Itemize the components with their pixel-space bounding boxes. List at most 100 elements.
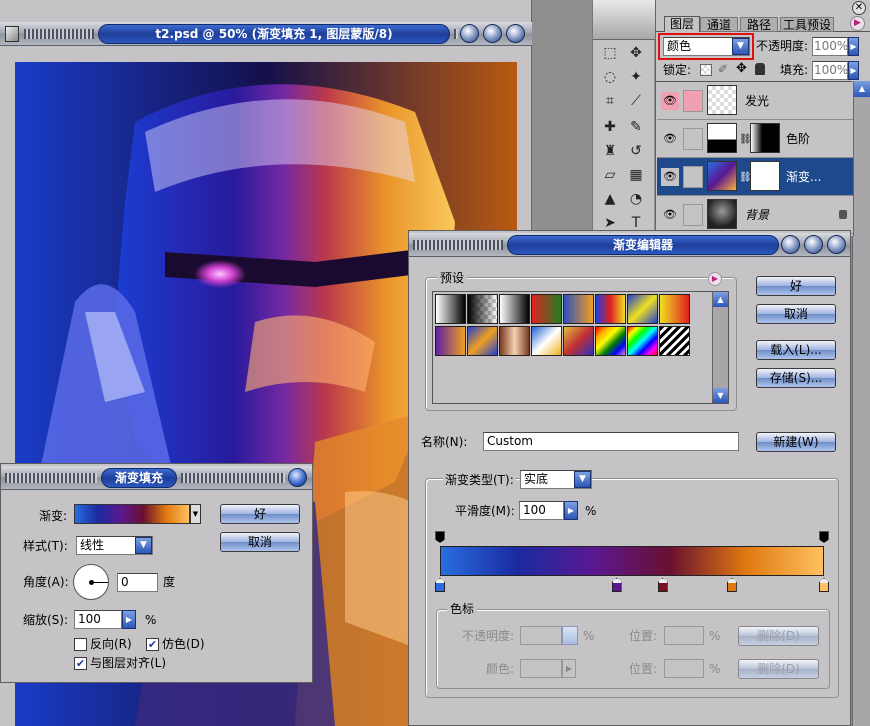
visibility-eye-icon[interactable]: 👁 — [661, 168, 679, 186]
scroll-up-icon[interactable]: ▲ — [854, 81, 870, 97]
maximize-button[interactable] — [804, 235, 823, 254]
link-slot[interactable] — [683, 128, 703, 150]
stop-color-arrow-icon[interactable]: ▶ — [562, 659, 576, 678]
cancel-button[interactable]: 取消 — [220, 532, 300, 552]
preset-swatch[interactable] — [499, 294, 530, 324]
dodge-tool-icon[interactable]: ◔ — [625, 188, 647, 210]
load-button[interactable]: 载入(L)... — [756, 340, 836, 360]
history-brush-tool-icon[interactable]: ↺ — [625, 140, 647, 162]
reverse-checkbox[interactable] — [74, 638, 87, 651]
right-scrollbar[interactable] — [852, 236, 870, 726]
gradient-type-select[interactable]: 实底 ▼ — [520, 470, 592, 489]
delete-color-stop-button[interactable]: 删除(D) — [738, 659, 819, 679]
lasso-tool-icon[interactable]: ◌ — [599, 66, 621, 88]
lock-transparency-icon[interactable] — [700, 64, 712, 76]
panel-close-icon[interactable]: ✕ — [852, 1, 866, 15]
layers-scrollbar[interactable]: ▲ — [853, 81, 870, 236]
color-stop[interactable] — [726, 578, 737, 592]
new-button[interactable]: 新建(W) — [756, 432, 836, 452]
preset-swatch[interactable] — [563, 294, 594, 324]
preset-swatch[interactable] — [467, 326, 498, 356]
crop-tool-icon[interactable]: ⌗ — [599, 90, 621, 112]
preset-swatch[interactable] — [627, 326, 658, 356]
gradient-bar[interactable] — [440, 546, 824, 576]
tab-paths[interactable]: 路径 — [740, 17, 778, 32]
layer-row-background[interactable]: 👁 背景 — [657, 196, 853, 234]
color-stop[interactable] — [819, 578, 829, 592]
preset-swatch[interactable] — [627, 294, 658, 324]
preset-swatch[interactable] — [531, 294, 562, 324]
preset-swatch[interactable] — [563, 326, 594, 356]
stop-color-swatch[interactable] — [520, 659, 562, 678]
angle-input[interactable]: 0 — [117, 573, 158, 592]
close-button[interactable] — [827, 235, 846, 254]
preset-swatch[interactable] — [435, 294, 466, 324]
tab-channels[interactable]: 通道 — [700, 17, 738, 32]
preset-swatch[interactable] — [499, 326, 530, 356]
opacity-input[interactable]: 100% — [812, 37, 848, 56]
color-location-input[interactable] — [664, 659, 704, 678]
lock-position-icon[interactable]: ✥ — [736, 61, 750, 77]
eraser-tool-icon[interactable]: ▱ — [599, 164, 621, 186]
move-tool-icon[interactable]: ✥ — [625, 42, 647, 64]
preset-swatch[interactable] — [659, 326, 690, 356]
scroll-down-icon[interactable]: ▼ — [713, 388, 728, 403]
preset-swatch[interactable] — [659, 294, 690, 324]
color-stop[interactable] — [611, 578, 622, 592]
layer-row-levels[interactable]: 👁 ⛓ 色阶 — [657, 120, 853, 158]
preset-swatch[interactable] — [435, 326, 466, 356]
slice-tool-icon[interactable]: ⟋ — [625, 90, 647, 112]
gradient-fill-titlebar[interactable]: 渐变填充 — [1, 466, 312, 490]
preset-swatch[interactable] — [595, 294, 626, 324]
style-select[interactable]: 线性 ▼ — [76, 536, 153, 555]
layer-row-glow[interactable]: 👁 发光 — [657, 82, 853, 120]
tab-layers[interactable]: 图层 — [664, 16, 700, 32]
smoothness-input[interactable]: 100 — [519, 501, 564, 520]
marquee-tool-icon[interactable]: ⬚ — [599, 42, 621, 64]
opacity-arrow-icon[interactable]: ▶ — [848, 37, 859, 56]
preset-swatch[interactable] — [595, 326, 626, 356]
color-stop[interactable] — [657, 578, 668, 592]
close-button[interactable] — [288, 468, 307, 487]
fill-arrow-icon[interactable]: ▶ — [848, 61, 859, 80]
link-slot[interactable] — [683, 90, 703, 112]
preset-swatch[interactable] — [531, 326, 562, 356]
stop-location-input[interactable] — [664, 626, 704, 645]
lock-all-icon[interactable] — [755, 63, 765, 75]
smoothness-arrow-icon[interactable]: ▶ — [564, 501, 578, 520]
gradient-preview[interactable] — [74, 504, 190, 524]
opacity-stop[interactable] — [435, 531, 445, 543]
save-button[interactable]: 存储(S)... — [756, 368, 836, 388]
stamp-tool-icon[interactable]: ♜ — [599, 140, 621, 162]
name-input[interactable]: Custom — [483, 432, 739, 451]
magic-wand-tool-icon[interactable]: ✦ — [625, 66, 647, 88]
stop-opacity-input[interactable] — [520, 626, 562, 645]
maximize-button[interactable] — [483, 24, 502, 43]
ok-button[interactable]: 好 — [220, 504, 300, 524]
ok-button[interactable]: 好 — [756, 276, 836, 296]
color-stop[interactable] — [435, 578, 445, 592]
healing-brush-tool-icon[interactable]: ✚ — [599, 116, 621, 138]
gradient-dropdown-icon[interactable]: ▼ — [190, 504, 201, 524]
gradient-tool-icon[interactable]: ▦ — [625, 164, 647, 186]
gradient-editor-titlebar[interactable]: 渐变编辑器 — [409, 233, 850, 257]
visibility-eye-icon[interactable]: 👁 — [661, 206, 679, 224]
visibility-eye-icon[interactable]: 👁 — [661, 130, 679, 148]
close-button[interactable] — [506, 24, 525, 43]
opacity-stop[interactable] — [819, 531, 829, 543]
document-titlebar[interactable]: t2.psd @ 50% (渐变填充 1, 图层蒙版/8) — [0, 22, 532, 46]
dither-checkbox[interactable]: ✔ — [146, 638, 159, 651]
brush-tool-icon[interactable]: ✎ — [625, 116, 647, 138]
panel-menu-icon[interactable]: ▶ — [850, 16, 865, 31]
fill-input[interactable]: 100% — [812, 61, 848, 80]
scale-input[interactable]: 100 — [74, 610, 122, 629]
mask-edit-icon[interactable] — [683, 166, 703, 188]
delete-opacity-stop-button[interactable]: 删除(D) — [738, 626, 819, 646]
stop-opacity-arrow-icon[interactable] — [562, 626, 578, 645]
visibility-eye-icon[interactable]: 👁 — [661, 92, 679, 110]
align-with-layer-checkbox[interactable]: ✔ — [74, 657, 87, 670]
blend-mode-select[interactable]: 颜色 ▼ — [663, 37, 750, 56]
scale-arrow-icon[interactable]: ▶ — [122, 610, 136, 629]
presets-scrollbar[interactable]: ▲ ▼ — [712, 292, 728, 403]
presets-menu-icon[interactable]: ▶ — [708, 272, 722, 286]
